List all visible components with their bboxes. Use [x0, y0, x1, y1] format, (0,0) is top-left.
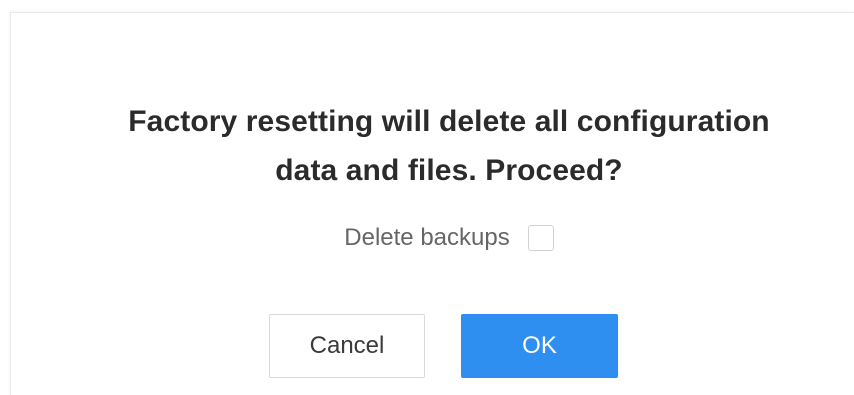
factory-reset-dialog: Factory resetting will delete all config…	[10, 12, 854, 395]
confirmation-message: Factory resetting will delete all config…	[11, 97, 854, 195]
delete-backups-row: Delete backups	[11, 218, 854, 258]
cancel-button[interactable]: Cancel	[269, 314, 425, 378]
message-line-1: Factory resetting will delete all config…	[128, 105, 770, 138]
delete-backups-checkbox[interactable]	[527, 225, 554, 251]
message-line-2: data and files. Proceed?	[275, 154, 623, 187]
screen: Factory resetting will delete all config…	[0, 0, 854, 395]
ok-button[interactable]: OK	[461, 314, 618, 378]
delete-backups-label: Delete backups	[344, 224, 510, 251]
